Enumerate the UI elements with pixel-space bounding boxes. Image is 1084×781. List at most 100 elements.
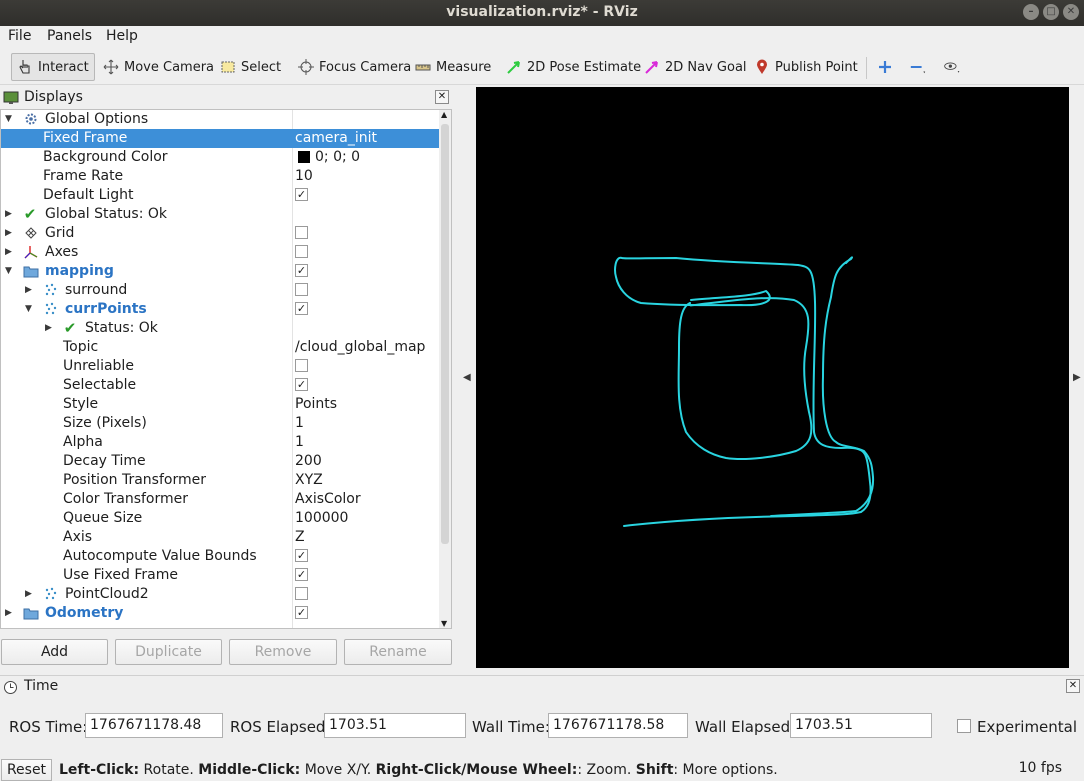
menu-file[interactable]: File [8, 28, 31, 44]
pointcloud-icon [43, 586, 59, 602]
tool-label: 2D Nav Goal [665, 59, 747, 75]
use-fixed-frame-checkbox[interactable]: ✓ [295, 568, 308, 581]
tree-row-status[interactable]: ▶ ✔ Status: Ok [1, 319, 439, 338]
position-transformer-value[interactable]: XYZ [295, 471, 323, 490]
color-transformer-value[interactable]: AxisColor [295, 490, 361, 509]
surround-checkbox[interactable] [295, 283, 308, 296]
tree-row-style[interactable]: Style Points [1, 395, 439, 414]
tree-row-position-transformer[interactable]: Position Transformer XYZ [1, 471, 439, 490]
tree-row-mapping[interactable]: ▼ mapping ✓ [1, 262, 439, 281]
maximize-icon[interactable]: □ [1043, 4, 1059, 20]
tree-row-fixed-frame[interactable]: Fixed Frame camera_init [1, 129, 439, 148]
tree-row-topic[interactable]: Topic /cloud_global_map [1, 338, 439, 357]
remove-tool-button[interactable] [909, 53, 931, 81]
axis-value[interactable]: Z [295, 528, 305, 547]
scroll-up-icon[interactable]: ▲ [441, 110, 447, 119]
tool-move-camera[interactable]: Move Camera [98, 53, 219, 81]
views-tool-button[interactable] [943, 53, 965, 81]
tool-interact[interactable]: Interact [11, 53, 95, 81]
collapse-right-icon[interactable]: ▶ [1073, 372, 1081, 383]
default-light-checkbox[interactable]: ✓ [295, 188, 308, 201]
tree-row-background-color[interactable]: Background Color 0; 0; 0 [1, 148, 439, 167]
collapse-left-icon[interactable]: ◀ [463, 372, 471, 383]
expand-arrow-icon[interactable]: ▶ [45, 319, 55, 338]
tree-row-decay-time[interactable]: Decay Time 200 [1, 452, 439, 471]
tool-measure[interactable]: Measure [410, 53, 496, 81]
expand-arrow-icon[interactable]: ▶ [5, 243, 15, 262]
fixed-frame-value[interactable]: camera_init [295, 129, 377, 148]
tree-row-currpoints[interactable]: ▼ currPoints ✓ [1, 300, 439, 319]
tree-row-autocompute-value-bounds[interactable]: Autocompute Value Bounds ✓ [1, 547, 439, 566]
tree-row-default-light[interactable]: Default Light ✓ [1, 186, 439, 205]
grid-checkbox[interactable] [295, 226, 308, 239]
tree-row-use-fixed-frame[interactable]: Use Fixed Frame ✓ [1, 566, 439, 585]
experimental-checkbox[interactable] [957, 719, 971, 733]
trajectory-map [614, 256, 875, 527]
tree-row-odometry[interactable]: ▶ Odometry ✓ [1, 604, 439, 623]
odometry-checkbox[interactable]: ✓ [295, 606, 308, 619]
expand-arrow-icon[interactable]: ▶ [25, 585, 35, 604]
close-panel-icon[interactable]: ✕ [435, 90, 449, 104]
autocompute-checkbox[interactable]: ✓ [295, 549, 308, 562]
rename-button[interactable]: Rename [344, 639, 452, 665]
background-color-value[interactable]: 0; 0; 0 [315, 148, 360, 167]
menu-help[interactable]: Help [106, 28, 138, 44]
expand-arrow-icon[interactable]: ▼ [5, 110, 15, 129]
expand-arrow-icon[interactable]: ▼ [25, 300, 35, 319]
topic-value[interactable]: /cloud_global_map [295, 338, 425, 357]
tree-row-surround[interactable]: ▶ surround [1, 281, 439, 300]
tree-row-size[interactable]: Size (Pixels) 1 [1, 414, 439, 433]
tree-row-axis[interactable]: Axis Z [1, 528, 439, 547]
menu-panels[interactable]: Panels [47, 28, 92, 44]
frame-rate-value[interactable]: 10 [295, 167, 313, 186]
displays-scrollbar[interactable]: ▲ ▼ [439, 109, 452, 629]
tool-2d-pose-estimate[interactable]: 2D Pose Estimate [501, 53, 646, 81]
add-button[interactable]: Add [1, 639, 108, 665]
currpoints-checkbox[interactable]: ✓ [295, 302, 308, 315]
pointcloud2-checkbox[interactable] [295, 587, 308, 600]
tree-row-unreliable[interactable]: Unreliable [1, 357, 439, 376]
unreliable-checkbox[interactable] [295, 359, 308, 372]
scrollbar-thumb[interactable] [441, 124, 449, 544]
expand-arrow-icon[interactable]: ▶ [5, 224, 15, 243]
tree-row-selectable[interactable]: Selectable ✓ [1, 376, 439, 395]
expand-arrow-icon[interactable]: ▶ [5, 604, 15, 623]
wall-elapsed-field[interactable]: 1703.51 [790, 713, 932, 738]
expand-arrow-icon[interactable]: ▼ [5, 262, 15, 281]
tree-row-axes[interactable]: ▶ Axes [1, 243, 439, 262]
tool-select[interactable]: Select [215, 53, 286, 81]
tree-row-grid[interactable]: ▶ Grid [1, 224, 439, 243]
alpha-value[interactable]: 1 [295, 433, 304, 452]
tree-row-color-transformer[interactable]: Color Transformer AxisColor [1, 490, 439, 509]
tree-row-queue-size[interactable]: Queue Size 100000 [1, 509, 439, 528]
tool-focus-camera[interactable]: Focus Camera [293, 53, 416, 81]
decay-time-value[interactable]: 200 [295, 452, 322, 471]
close-time-panel-icon[interactable]: ✕ [1066, 679, 1080, 693]
reset-button[interactable]: Reset [1, 759, 52, 781]
mapping-checkbox[interactable]: ✓ [295, 264, 308, 277]
minimize-icon[interactable]: – [1023, 4, 1039, 20]
wall-time-field[interactable]: 1767671178.58 [548, 713, 688, 738]
tree-row-frame-rate[interactable]: Frame Rate 10 [1, 167, 439, 186]
queue-size-value[interactable]: 100000 [295, 509, 348, 528]
expand-arrow-icon[interactable]: ▶ [5, 205, 15, 224]
size-value[interactable]: 1 [295, 414, 304, 433]
tree-row-global-status[interactable]: ▶ ✔ Global Status: Ok [1, 205, 439, 224]
close-icon[interactable]: ✕ [1063, 4, 1079, 20]
scroll-down-icon[interactable]: ▼ [441, 619, 447, 628]
render-viewport[interactable] [476, 87, 1069, 668]
style-value[interactable]: Points [295, 395, 337, 414]
add-tool-button[interactable] [876, 53, 898, 81]
tool-2d-nav-goal[interactable]: 2D Nav Goal [639, 53, 752, 81]
remove-button[interactable]: Remove [229, 639, 337, 665]
tree-row-pointcloud2[interactable]: ▶ PointCloud2 [1, 585, 439, 604]
ros-time-field[interactable]: 1767671178.48 [85, 713, 223, 738]
expand-arrow-icon[interactable]: ▶ [25, 281, 35, 300]
tool-publish-point[interactable]: Publish Point [749, 53, 863, 81]
axes-checkbox[interactable] [295, 245, 308, 258]
duplicate-button[interactable]: Duplicate [115, 639, 222, 665]
selectable-checkbox[interactable]: ✓ [295, 378, 308, 391]
ros-elapsed-field[interactable]: 1703.51 [324, 713, 466, 738]
tree-row-alpha[interactable]: Alpha 1 [1, 433, 439, 452]
tree-row-global-options[interactable]: ▼ Global Options [1, 110, 439, 129]
